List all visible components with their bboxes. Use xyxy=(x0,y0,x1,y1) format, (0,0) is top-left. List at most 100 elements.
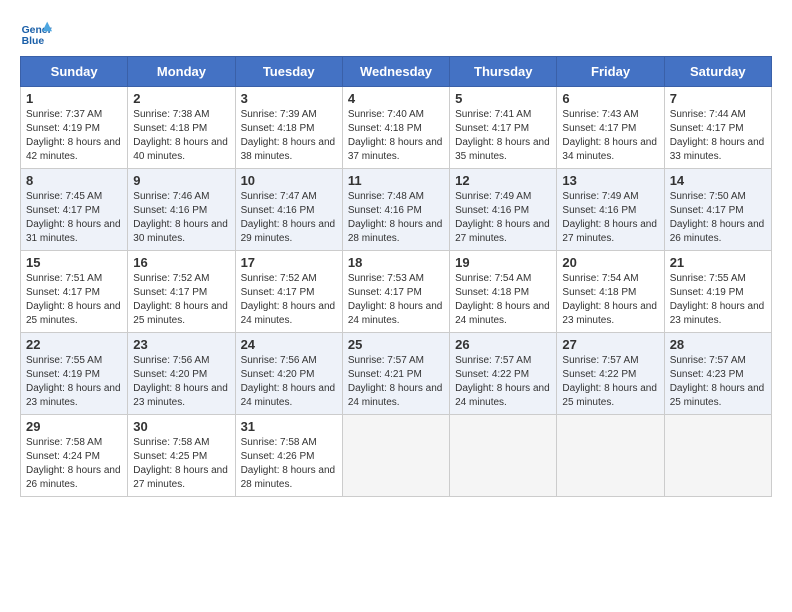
day-info: Sunrise: 7:57 AMSunset: 4:22 PMDaylight:… xyxy=(562,354,658,410)
day-number: 4 xyxy=(348,91,444,106)
day-info: Sunrise: 7:53 AMSunset: 4:17 PMDaylight:… xyxy=(348,272,444,328)
day-info: Sunrise: 7:55 AMSunset: 4:19 PMDaylight:… xyxy=(670,272,766,328)
day-number: 26 xyxy=(455,337,551,352)
day-info: Sunrise: 7:57 AMSunset: 4:22 PMDaylight:… xyxy=(455,354,551,410)
calendar-cell: 14 Sunrise: 7:50 AMSunset: 4:17 PMDayligh… xyxy=(664,169,771,251)
calendar-cell: 2 Sunrise: 7:38 AMSunset: 4:18 PMDaylight… xyxy=(128,87,235,169)
calendar-cell xyxy=(342,415,449,497)
calendar-cell: 23 Sunrise: 7:56 AMSunset: 4:20 PMDayligh… xyxy=(128,333,235,415)
calendar-cell: 1Sunrise: 7:37 AMSunset: 4:19 PMDaylight… xyxy=(21,87,128,169)
day-info: Sunrise: 7:40 AMSunset: 4:18 PMDaylight:… xyxy=(348,108,444,164)
header: General Blue xyxy=(20,20,772,48)
svg-text:Blue: Blue xyxy=(22,36,45,47)
col-header-tuesday: Tuesday xyxy=(235,57,342,87)
calendar-cell: 17Sunrise: 7:52 AMSunset: 4:17 PMDayligh… xyxy=(235,251,342,333)
day-number: 31 xyxy=(241,419,337,434)
day-number: 10 xyxy=(241,173,337,188)
col-header-thursday: Thursday xyxy=(450,57,557,87)
day-info: Sunrise: 7:49 AMSunset: 4:16 PMDaylight:… xyxy=(455,190,551,246)
day-info: Sunrise: 7:51 AMSunset: 4:17 PMDaylight:… xyxy=(26,272,122,328)
day-info: Sunrise: 7:50 AMSunset: 4:17 PMDaylight:… xyxy=(670,190,766,246)
calendar-cell: 26 Sunrise: 7:57 AMSunset: 4:22 PMDayligh… xyxy=(450,333,557,415)
day-info: Sunrise: 7:55 AMSunset: 4:19 PMDaylight:… xyxy=(26,354,122,410)
day-info: Sunrise: 7:44 AMSunset: 4:17 PMDaylight:… xyxy=(670,108,766,164)
day-number: 22 xyxy=(26,337,122,352)
calendar-cell: 31 Sunrise: 7:58 AMSunset: 4:26 PMDayligh… xyxy=(235,415,342,497)
day-info: Sunrise: 7:56 AMSunset: 4:20 PMDaylight:… xyxy=(133,354,229,410)
day-info: Sunrise: 7:54 AMSunset: 4:18 PMDaylight:… xyxy=(562,272,658,328)
day-number: 23 xyxy=(133,337,229,352)
day-number: 25 xyxy=(348,337,444,352)
day-number: 18 xyxy=(348,255,444,270)
day-info: Sunrise: 7:49 AMSunset: 4:16 PMDaylight:… xyxy=(562,190,658,246)
day-number: 16 xyxy=(133,255,229,270)
day-number: 8 xyxy=(26,173,122,188)
calendar-cell: 12 Sunrise: 7:49 AMSunset: 4:16 PMDayligh… xyxy=(450,169,557,251)
calendar-cell: 19 Sunrise: 7:54 AMSunset: 4:18 PMDayligh… xyxy=(450,251,557,333)
day-number: 3 xyxy=(241,91,337,106)
day-info: Sunrise: 7:43 AMSunset: 4:17 PMDaylight:… xyxy=(562,108,658,164)
day-number: 29 xyxy=(26,419,122,434)
calendar-header-row: SundayMondayTuesdayWednesdayThursdayFrid… xyxy=(21,57,772,87)
calendar-cell: 16 Sunrise: 7:52 AMSunset: 4:17 PMDayligh… xyxy=(128,251,235,333)
col-header-monday: Monday xyxy=(128,57,235,87)
day-info: Sunrise: 7:41 AMSunset: 4:17 PMDaylight:… xyxy=(455,108,551,164)
day-info: Sunrise: 7:48 AMSunset: 4:16 PMDaylight:… xyxy=(348,190,444,246)
day-number: 5 xyxy=(455,91,551,106)
calendar-cell: 4 Sunrise: 7:40 AMSunset: 4:18 PMDaylight… xyxy=(342,87,449,169)
calendar-cell: 27 Sunrise: 7:57 AMSunset: 4:22 PMDayligh… xyxy=(557,333,664,415)
calendar-week-row: 22 Sunrise: 7:55 AMSunset: 4:19 PMDayligh… xyxy=(21,333,772,415)
calendar-cell: 18 Sunrise: 7:53 AMSunset: 4:17 PMDayligh… xyxy=(342,251,449,333)
day-info: Sunrise: 7:58 AMSunset: 4:26 PMDaylight:… xyxy=(241,436,337,492)
day-number: 20 xyxy=(562,255,658,270)
calendar-cell: 28 Sunrise: 7:57 AMSunset: 4:23 PMDayligh… xyxy=(664,333,771,415)
day-info: Sunrise: 7:57 AMSunset: 4:21 PMDaylight:… xyxy=(348,354,444,410)
calendar-cell: 3 Sunrise: 7:39 AMSunset: 4:18 PMDaylight… xyxy=(235,87,342,169)
day-number: 17 xyxy=(241,255,337,270)
calendar-cell: 15 Sunrise: 7:51 AMSunset: 4:17 PMDayligh… xyxy=(21,251,128,333)
day-number: 2 xyxy=(133,91,229,106)
day-number: 24 xyxy=(241,337,337,352)
day-number: 27 xyxy=(562,337,658,352)
day-info: Sunrise: 7:45 AMSunset: 4:17 PMDaylight:… xyxy=(26,190,122,246)
day-number: 12 xyxy=(455,173,551,188)
day-info: Sunrise: 7:58 AMSunset: 4:25 PMDaylight:… xyxy=(133,436,229,492)
calendar-cell: 5 Sunrise: 7:41 AMSunset: 4:17 PMDaylight… xyxy=(450,87,557,169)
calendar-cell: 29 Sunrise: 7:58 AMSunset: 4:24 PMDayligh… xyxy=(21,415,128,497)
day-number: 21 xyxy=(670,255,766,270)
calendar-cell: 20 Sunrise: 7:54 AMSunset: 4:18 PMDayligh… xyxy=(557,251,664,333)
calendar-cell: 21 Sunrise: 7:55 AMSunset: 4:19 PMDayligh… xyxy=(664,251,771,333)
day-number: 15 xyxy=(26,255,122,270)
calendar-cell: 24 Sunrise: 7:56 AMSunset: 4:20 PMDayligh… xyxy=(235,333,342,415)
day-info: Sunrise: 7:57 AMSunset: 4:23 PMDaylight:… xyxy=(670,354,766,410)
day-number: 28 xyxy=(670,337,766,352)
col-header-friday: Friday xyxy=(557,57,664,87)
day-number: 14 xyxy=(670,173,766,188)
calendar-cell xyxy=(557,415,664,497)
col-header-saturday: Saturday xyxy=(664,57,771,87)
calendar-cell xyxy=(664,415,771,497)
calendar-cell: 8 Sunrise: 7:45 AMSunset: 4:17 PMDaylight… xyxy=(21,169,128,251)
day-info: Sunrise: 7:54 AMSunset: 4:18 PMDaylight:… xyxy=(455,272,551,328)
day-info: Sunrise: 7:38 AMSunset: 4:18 PMDaylight:… xyxy=(133,108,229,164)
calendar-week-row: 1Sunrise: 7:37 AMSunset: 4:19 PMDaylight… xyxy=(21,87,772,169)
day-info: Sunrise: 7:58 AMSunset: 4:24 PMDaylight:… xyxy=(26,436,122,492)
calendar-table: SundayMondayTuesdayWednesdayThursdayFrid… xyxy=(20,56,772,497)
calendar-cell: 13 Sunrise: 7:49 AMSunset: 4:16 PMDayligh… xyxy=(557,169,664,251)
calendar-week-row: 8 Sunrise: 7:45 AMSunset: 4:17 PMDaylight… xyxy=(21,169,772,251)
day-number: 7 xyxy=(670,91,766,106)
calendar-cell: 6Sunrise: 7:43 AMSunset: 4:17 PMDaylight… xyxy=(557,87,664,169)
day-number: 11 xyxy=(348,173,444,188)
day-number: 19 xyxy=(455,255,551,270)
col-header-sunday: Sunday xyxy=(21,57,128,87)
day-info: Sunrise: 7:52 AMSunset: 4:17 PMDaylight:… xyxy=(133,272,229,328)
day-info: Sunrise: 7:56 AMSunset: 4:20 PMDaylight:… xyxy=(241,354,337,410)
logo: General Blue xyxy=(20,20,52,48)
col-header-wednesday: Wednesday xyxy=(342,57,449,87)
day-number: 9 xyxy=(133,173,229,188)
day-info: Sunrise: 7:47 AMSunset: 4:16 PMDaylight:… xyxy=(241,190,337,246)
day-info: Sunrise: 7:39 AMSunset: 4:18 PMDaylight:… xyxy=(241,108,337,164)
calendar-cell xyxy=(450,415,557,497)
day-number: 13 xyxy=(562,173,658,188)
calendar-cell: 10 Sunrise: 7:47 AMSunset: 4:16 PMDayligh… xyxy=(235,169,342,251)
